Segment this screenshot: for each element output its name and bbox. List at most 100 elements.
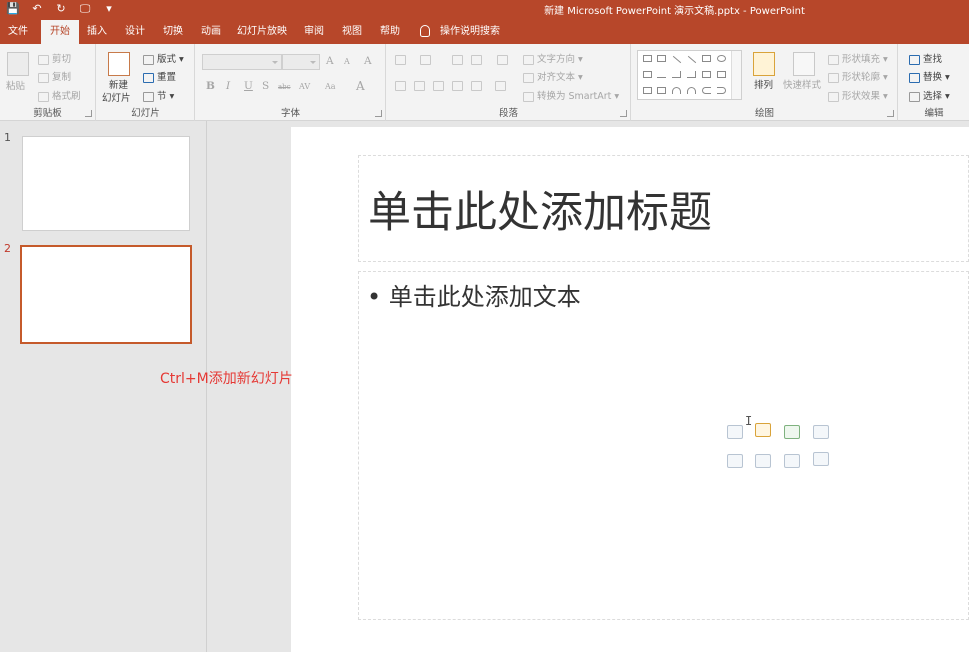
grow-font-icon[interactable]: A [326, 55, 334, 67]
align-text-button[interactable]: 对齐文本 ▾ [523, 69, 583, 83]
right-arrow-shape-icon[interactable] [702, 71, 711, 78]
distributed-button[interactable] [471, 80, 485, 91]
paragraph-launcher-icon[interactable] [620, 110, 627, 117]
increase-indent-button[interactable] [471, 54, 485, 65]
elbow-connector-shape-icon[interactable] [672, 71, 681, 78]
bold-button[interactable]: B [206, 80, 215, 92]
drawing-launcher-icon[interactable] [887, 110, 894, 117]
numbering-button[interactable] [420, 54, 434, 65]
left-brace-shape-icon[interactable] [702, 87, 711, 94]
tab-design[interactable]: 设计 [119, 20, 151, 44]
tab-insert[interactable]: 插入 [82, 20, 112, 44]
character-spacing-button[interactable]: AV [299, 82, 310, 91]
insert-smartart-icon[interactable] [784, 425, 800, 439]
oval-shape-icon[interactable] [717, 55, 726, 62]
text-shadow-button[interactable]: S [262, 80, 269, 92]
vertical-textbox-shape-icon[interactable] [657, 55, 666, 62]
find-button[interactable]: 查找 [909, 51, 942, 65]
paste-button[interactable]: 粘贴 [6, 78, 25, 92]
slide-thumbnail-2[interactable] [20, 245, 192, 344]
columns-button[interactable] [495, 80, 509, 91]
insert-table-icon[interactable] [727, 425, 743, 439]
title-placeholder[interactable]: 单击此处添加标题 [358, 155, 969, 262]
effects-icon [828, 91, 839, 102]
tell-me-search[interactable]: 操作说明搜索 [420, 20, 500, 44]
bullets-button[interactable] [395, 54, 409, 65]
clear-formatting-icon[interactable]: A [364, 55, 372, 67]
arrange-button[interactable]: 排列 [754, 77, 773, 91]
rounded-rect-shape-icon[interactable] [643, 71, 652, 78]
font-launcher-icon[interactable] [375, 110, 382, 117]
tab-transitions[interactable]: 切换 [157, 20, 189, 44]
justify-icon [452, 80, 463, 91]
font-color-button[interactable]: A [356, 79, 365, 93]
tab-view[interactable]: 视图 [336, 20, 368, 44]
insert-icons-icon[interactable] [813, 452, 829, 466]
tab-animations[interactable]: 动画 [195, 20, 227, 44]
slide-thumbnail-1[interactable] [22, 136, 190, 231]
convert-smartart-button[interactable]: 转换为 SmartArt ▾ [523, 88, 619, 102]
clipboard-launcher-icon[interactable] [85, 110, 92, 117]
group-clipboard: 粘贴 剪切 复制 格式刷 剪贴板 [0, 44, 96, 121]
textbox-shape-icon[interactable] [643, 55, 652, 62]
insert-video-icon[interactable] [784, 454, 800, 468]
align-center-button[interactable] [414, 80, 428, 91]
change-case-button[interactable]: Aa [325, 82, 336, 91]
new-slide-button[interactable]: 新建 [109, 77, 128, 91]
align-right-button[interactable] [433, 80, 447, 91]
tab-review[interactable]: 审阅 [298, 20, 330, 44]
elbow-arrow-shape-icon[interactable] [687, 71, 696, 78]
format-painter-button[interactable]: 格式刷 [38, 88, 81, 102]
text-direction-button[interactable]: 文字方向 ▾ [523, 51, 583, 65]
cut-button[interactable]: 剪切 [38, 51, 71, 65]
shape-effects-button[interactable]: 形状效果 ▾ [828, 88, 888, 102]
align-left-button[interactable] [395, 80, 409, 91]
text-direction-icon [523, 54, 534, 65]
font-size-combo[interactable] [282, 54, 320, 70]
line-shape-icon[interactable] [672, 55, 682, 64]
copy-button[interactable]: 复制 [38, 69, 71, 83]
justify-button[interactable] [452, 80, 466, 91]
right-brace-shape-icon[interactable] [717, 87, 726, 94]
brush-icon [38, 91, 49, 102]
clipboard-group-label: 剪贴板 [33, 108, 62, 119]
tab-slideshow[interactable]: 幻灯片放映 [232, 20, 292, 44]
down-arrow-shape-icon[interactable] [717, 71, 726, 78]
shape-fill-button[interactable]: 形状填充 ▾ [828, 51, 888, 65]
arrow-line-shape-icon[interactable] [687, 55, 697, 64]
layout-button[interactable]: 版式 ▾ [143, 51, 184, 65]
reset-button[interactable]: 重置 [143, 69, 176, 83]
insert-chart-icon[interactable] [755, 423, 771, 437]
rectangle-shape-icon[interactable] [702, 55, 711, 62]
insert-picture-icon[interactable] [727, 454, 743, 468]
curve-shape-icon[interactable] [657, 87, 666, 94]
gallery-scroll[interactable] [731, 51, 741, 99]
arc-shape-icon[interactable] [672, 87, 681, 94]
insert-3d-model-icon[interactable] [813, 425, 829, 439]
section-button[interactable]: 节 ▾ [143, 88, 174, 102]
numbering-icon [420, 54, 431, 65]
select-button[interactable]: 选择 ▾ [909, 88, 950, 102]
quick-styles-button[interactable]: 快速样式 [783, 77, 821, 91]
shapes-gallery[interactable] [637, 50, 742, 100]
wave-shape-icon[interactable] [687, 87, 696, 94]
decrease-indent-button[interactable] [452, 54, 466, 65]
content-placeholder[interactable]: • 单击此处添加文本 [358, 271, 969, 620]
tab-file[interactable]: 文件 [0, 20, 36, 44]
new-slide-dropdown[interactable]: 幻灯片 [102, 90, 131, 104]
font-family-combo[interactable] [202, 54, 282, 70]
strikethrough-button[interactable]: abc [278, 83, 291, 91]
lightbulb-icon [420, 25, 430, 37]
italic-button[interactable]: I [226, 80, 230, 92]
underline-button[interactable]: U [244, 80, 253, 92]
insert-online-picture-icon[interactable] [755, 454, 771, 468]
copy-label: 复制 [52, 72, 72, 83]
line-spacing-button[interactable] [497, 54, 511, 65]
tab-home[interactable]: 开始 [41, 20, 79, 44]
flowchart-shape-icon[interactable] [643, 87, 652, 94]
shrink-font-icon[interactable]: A [344, 57, 350, 66]
shape-outline-button[interactable]: 形状轮廓 ▾ [828, 69, 888, 83]
tab-help[interactable]: 帮助 [374, 20, 406, 44]
replace-button[interactable]: 替换 ▾ [909, 69, 950, 83]
triangle-shape-icon[interactable] [657, 71, 666, 78]
